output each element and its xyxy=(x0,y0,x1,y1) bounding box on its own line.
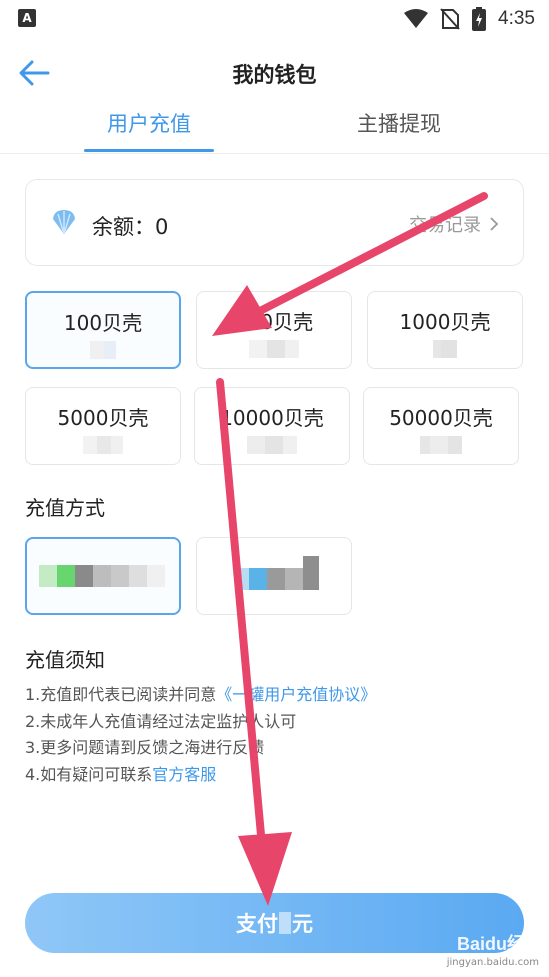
battery-charging-icon xyxy=(472,7,487,31)
status-icons: 4:35 xyxy=(404,6,535,32)
baidu-jingyan-watermark: Baidu经验 xyxy=(456,934,543,954)
clock: 4:35 xyxy=(498,8,535,29)
tab-user-recharge[interactable]: 用户充值 xyxy=(84,108,214,138)
package-option[interactable]: 50000贝壳 xyxy=(363,387,519,465)
notice-title: 充值须知 xyxy=(25,648,105,672)
shell-icon xyxy=(53,210,75,235)
package-price-blurred xyxy=(26,436,180,454)
balance-value: 余额：0 xyxy=(92,215,169,239)
package-price-blurred xyxy=(27,341,179,359)
package-price-blurred xyxy=(197,340,351,358)
transaction-records-label: 交易记录 xyxy=(409,215,481,236)
status-bar: A 4:35 xyxy=(0,0,549,38)
notice-text: 4.如有疑问可联系 xyxy=(25,764,153,784)
package-option[interactable]: 100贝壳 xyxy=(25,291,181,369)
payment-option-alipay[interactable] xyxy=(196,537,352,615)
no-sim-icon xyxy=(440,8,460,30)
package-price-blurred xyxy=(368,340,522,358)
notice-item: 4.如有疑问可联系官方客服 xyxy=(25,762,525,789)
notice-list: 1.充值即代表已阅读并同意《一罐用户充值协议》 2.未成年人充值请经过法定监护人… xyxy=(25,682,525,788)
app-notification-icon: A xyxy=(18,9,36,27)
transaction-records-link[interactable]: 交易记录 xyxy=(409,211,499,237)
balance-card: 余额：0 交易记录 xyxy=(25,179,524,266)
notice-text: 1.充值即代表已阅读并同意 xyxy=(25,685,217,704)
header: 我的钱包 xyxy=(0,45,549,101)
package-amount: 1000贝壳 xyxy=(399,310,491,334)
package-price-blurred xyxy=(195,436,349,454)
payment-logo-blurred xyxy=(241,556,319,590)
package-option[interactable]: 500贝壳 xyxy=(196,291,352,369)
pay-button[interactable]: 支付 元 xyxy=(25,893,524,953)
tab-streamer-withdraw[interactable]: 主播提现 xyxy=(334,108,464,138)
package-option[interactable]: 10000贝壳 xyxy=(194,387,350,465)
package-amount: 5000贝壳 xyxy=(57,406,149,430)
package-amount: 50000贝壳 xyxy=(389,406,493,430)
notice-item: 2.未成年人充值请经过法定监护人认可 xyxy=(25,711,297,731)
watermark-url: jingyan.baidu.com xyxy=(446,957,539,968)
customer-service-link[interactable]: 官方客服 xyxy=(152,765,216,784)
wifi-icon xyxy=(404,9,429,28)
package-option[interactable]: 1000贝壳 xyxy=(367,291,523,369)
pay-amount-blurred xyxy=(279,912,291,934)
active-tab-indicator xyxy=(84,149,214,152)
tab-bar: 用户充值 主播提现 xyxy=(0,100,549,154)
payment-method-title: 充值方式 xyxy=(25,496,105,520)
package-option[interactable]: 5000贝壳 xyxy=(25,387,181,465)
pay-button-prefix: 支付 xyxy=(236,912,278,936)
agreement-link[interactable]: 《一罐用户充值协议》 xyxy=(216,685,376,704)
chevron-right-icon xyxy=(490,217,499,231)
package-amount: 100贝壳 xyxy=(63,311,143,335)
page-title: 我的钱包 xyxy=(232,63,317,87)
payment-logo-blurred xyxy=(39,565,165,587)
package-amount: 10000贝壳 xyxy=(220,406,324,430)
pay-button-suffix: 元 xyxy=(292,912,313,936)
notice-item: 1.充值即代表已阅读并同意《一罐用户充值协议》 xyxy=(25,682,525,709)
payment-option-wechat[interactable] xyxy=(25,537,181,615)
notice-item: 3.更多问题请到反馈之海进行反馈 xyxy=(25,738,265,757)
package-price-blurred xyxy=(364,436,518,454)
package-amount: 500贝壳 xyxy=(234,310,314,334)
